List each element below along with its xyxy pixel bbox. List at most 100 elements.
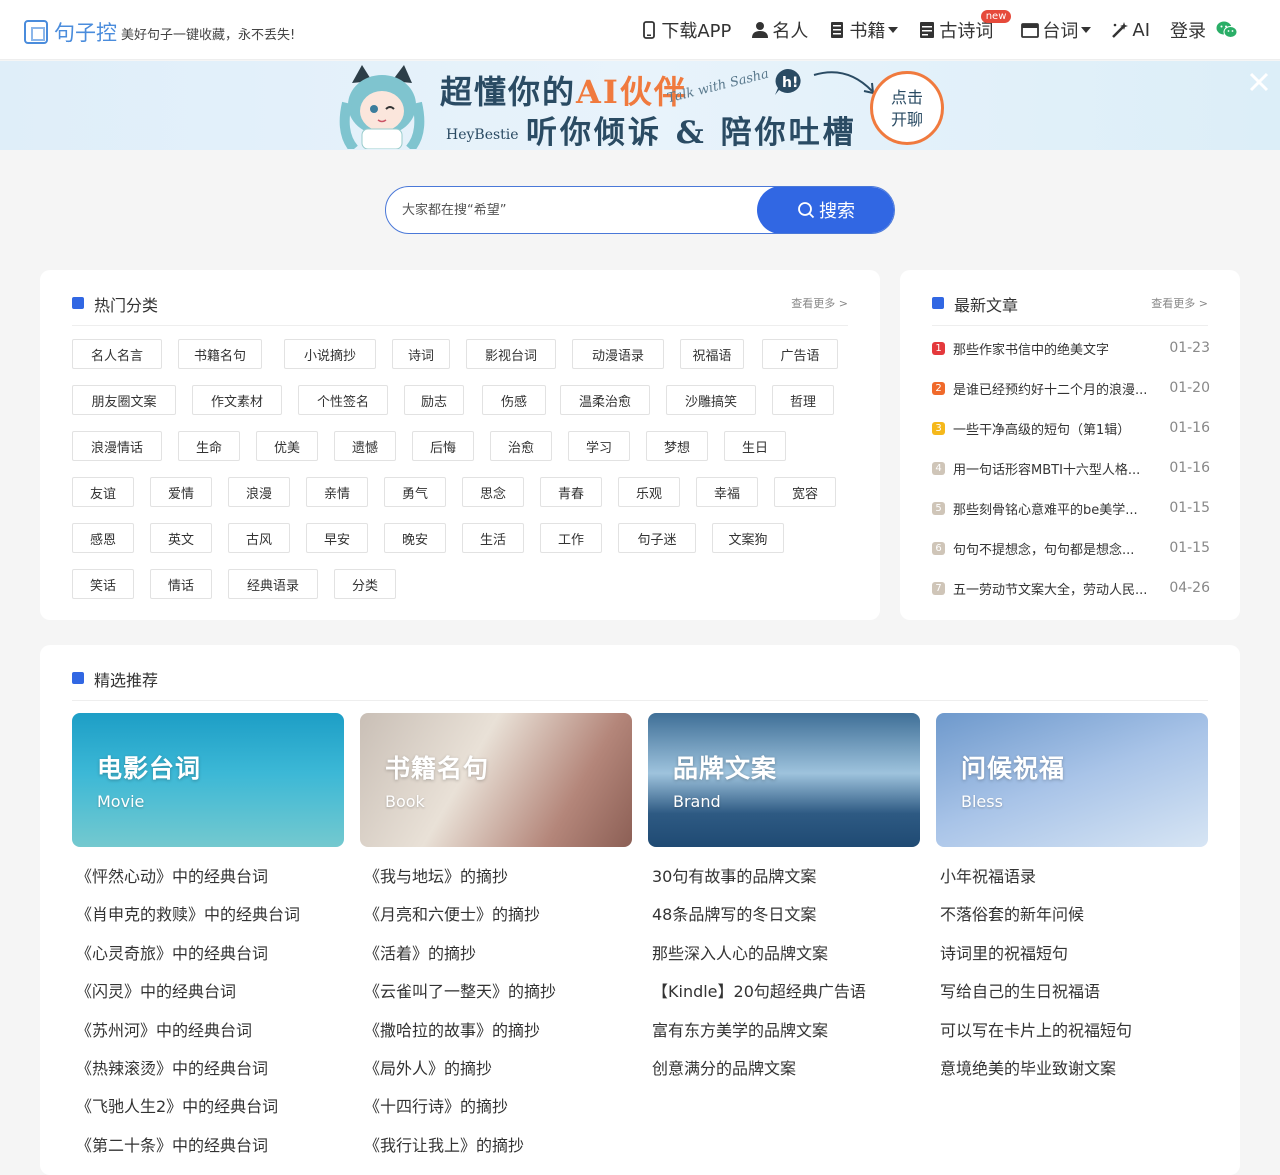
featured-link[interactable]: 不落俗套的新年问候 (940, 901, 1084, 925)
category-tag[interactable]: 分类 (334, 569, 396, 599)
category-tag[interactable]: 治愈 (490, 431, 552, 461)
featured-link[interactable]: 《月亮和六便士》的摘抄 (364, 901, 540, 925)
featured-link[interactable]: 意境绝美的毕业致谢文案 (940, 1055, 1116, 1079)
category-tag[interactable]: 温柔治愈 (560, 385, 650, 415)
featured-link[interactable]: 《怦然心动》中的经典台词 (76, 863, 268, 887)
featured-link[interactable]: 《撒哈拉的故事》的摘抄 (364, 1017, 540, 1041)
category-tag[interactable]: 浪漫情话 (72, 431, 162, 461)
category-tag[interactable]: 哲理 (772, 385, 834, 415)
nav-lines[interactable]: 台词 (1021, 18, 1092, 42)
featured-link[interactable]: 《我行让我上》的摘抄 (364, 1132, 524, 1156)
search-button[interactable]: 搜索 (757, 187, 894, 233)
featured-link[interactable]: 那些深入人心的品牌文案 (652, 940, 828, 964)
category-tag[interactable]: 生日 (724, 431, 786, 461)
category-tag[interactable]: 作文素材 (192, 385, 282, 415)
featured-category-card[interactable]: 电影台词 Movie (72, 713, 344, 847)
search-input[interactable] (386, 187, 756, 233)
category-tag[interactable]: 励志 (404, 385, 464, 415)
category-tag[interactable]: 书籍名句 (178, 339, 262, 369)
category-tag[interactable]: 优美 (256, 431, 318, 461)
category-tag[interactable]: 祝福语 (680, 339, 744, 369)
featured-link[interactable]: 《肖申克的救赎》中的经典台词 (76, 901, 300, 925)
featured-link[interactable]: 《局外人》的摘抄 (364, 1055, 492, 1079)
category-tag[interactable]: 勇气 (384, 477, 446, 507)
wechat-icon[interactable] (1216, 20, 1238, 40)
nav-download-app[interactable]: 下载APP (640, 18, 731, 42)
category-tag[interactable]: 亲情 (306, 477, 368, 507)
category-tag[interactable]: 影视台词 (466, 339, 556, 369)
category-tag[interactable]: 文案狗 (712, 523, 784, 553)
category-tag[interactable]: 后悔 (412, 431, 474, 461)
nav-ai[interactable]: AI (1111, 18, 1150, 42)
category-tag[interactable]: 小说摘抄 (284, 339, 376, 369)
article-item[interactable]: 4 用一句话形容MBTI十六型人格... 01-16 (932, 456, 1210, 480)
category-tag[interactable]: 生命 (178, 431, 240, 461)
featured-category-card[interactable]: 品牌文案 Brand (648, 713, 920, 847)
category-tag[interactable]: 诗词 (392, 339, 450, 369)
category-tag[interactable]: 沙雕搞笑 (666, 385, 756, 415)
category-tag[interactable]: 笑话 (72, 569, 134, 599)
featured-link[interactable]: 【Kindle】20句超经典广告语 (652, 978, 866, 1002)
category-tag[interactable]: 名人名言 (72, 339, 162, 369)
article-item[interactable]: 3 一些干净高级的短句（第1辑） 01-16 (932, 416, 1210, 440)
featured-link[interactable]: 《第二十条》中的经典台词 (76, 1132, 268, 1156)
category-tag[interactable]: 生活 (462, 523, 524, 553)
category-tag[interactable]: 个性签名 (298, 385, 388, 415)
view-more-link[interactable]: 查看更多 > (791, 295, 848, 311)
category-tag[interactable]: 遗憾 (334, 431, 396, 461)
nav-books[interactable]: 书籍 (828, 18, 899, 42)
category-tag[interactable]: 晚安 (384, 523, 446, 553)
featured-link[interactable]: 《十四行诗》的摘抄 (364, 1093, 508, 1117)
category-tag[interactable]: 梦想 (646, 431, 708, 461)
category-tag[interactable]: 古风 (228, 523, 290, 553)
view-more-link[interactable]: 查看更多 > (1151, 295, 1208, 311)
featured-link[interactable]: 《飞驰人生2》中的经典台词 (76, 1093, 278, 1117)
featured-link[interactable]: 《闪灵》中的经典台词 (76, 978, 236, 1002)
category-tag[interactable]: 学习 (568, 431, 630, 461)
category-tag[interactable]: 爱情 (150, 477, 212, 507)
nav-login[interactable]: 登录 (1170, 18, 1238, 42)
featured-link[interactable]: 30句有故事的品牌文案 (652, 863, 816, 887)
article-item[interactable]: 6 句句不提想念，句句都是想念... 01-15 (932, 536, 1210, 560)
category-tag[interactable]: 思念 (462, 477, 524, 507)
category-tag[interactable]: 情话 (150, 569, 212, 599)
category-tag[interactable]: 幸福 (696, 477, 758, 507)
category-tag[interactable]: 经典语录 (228, 569, 318, 599)
featured-category-card[interactable]: 书籍名句 Book (360, 713, 632, 847)
featured-link[interactable]: 《苏州河》中的经典台词 (76, 1017, 252, 1041)
category-tag[interactable]: 朋友圈文案 (72, 385, 176, 415)
category-tag[interactable]: 动漫语录 (572, 339, 664, 369)
category-tag[interactable]: 浪漫 (228, 477, 290, 507)
ad-banner[interactable]: 超懂你的AI伙伴 Talk with Sasha h! 听你倾诉 & 陪你吐槽 … (0, 61, 1280, 150)
article-item[interactable]: 5 那些刻骨铭心意难平的be美学... 01-15 (932, 496, 1210, 520)
featured-link[interactable]: 写给自己的生日祝福语 (940, 978, 1100, 1002)
featured-link[interactable]: 《云雀叫了一整天》的摘抄 (364, 978, 556, 1002)
site-logo[interactable]: 句子控 美好句子一键收藏，永不丢失! (24, 17, 295, 47)
category-tag[interactable]: 乐观 (618, 477, 680, 507)
close-icon[interactable] (1248, 71, 1270, 93)
category-tag[interactable]: 工作 (540, 523, 602, 553)
article-item[interactable]: 2 是谁已经预约好十二个月的浪漫... 01-20 (932, 376, 1210, 400)
category-tag[interactable]: 青春 (540, 477, 602, 507)
featured-link[interactable]: 《我与地坛》的摘抄 (364, 863, 508, 887)
category-tag[interactable]: 宽容 (774, 477, 836, 507)
featured-link[interactable]: 小年祝福语录 (940, 863, 1036, 887)
category-tag[interactable]: 感恩 (72, 523, 134, 553)
featured-link[interactable]: 富有东方美学的品牌文案 (652, 1017, 828, 1041)
featured-category-card[interactable]: 问候祝福 Bless (936, 713, 1208, 847)
article-item[interactable]: 1 那些作家书信中的绝美文字 01-23 (932, 336, 1210, 360)
category-tag[interactable]: 友谊 (72, 477, 134, 507)
article-item[interactable]: 7 五一劳动节文案大全，劳动人民... 04-26 (932, 576, 1210, 600)
category-tag[interactable]: 早安 (306, 523, 368, 553)
category-tag[interactable]: 伤感 (482, 385, 546, 415)
featured-link[interactable]: 《心灵奇旅》中的经典台词 (76, 940, 268, 964)
featured-link[interactable]: 48条品牌写的冬日文案 (652, 901, 816, 925)
category-tag[interactable]: 广告语 (762, 339, 838, 369)
featured-link[interactable]: 诗词里的祝福短句 (940, 940, 1068, 964)
nav-celebrities[interactable]: 名人 (751, 18, 808, 42)
featured-link[interactable]: 可以写在卡片上的祝福短句 (940, 1017, 1132, 1041)
featured-link[interactable]: 创意满分的品牌文案 (652, 1055, 796, 1079)
nav-poems[interactable]: 古诗词 new (918, 10, 1012, 42)
featured-link[interactable]: 《热辣滚烫》中的经典台词 (76, 1055, 268, 1079)
category-tag[interactable]: 句子迷 (618, 523, 696, 553)
